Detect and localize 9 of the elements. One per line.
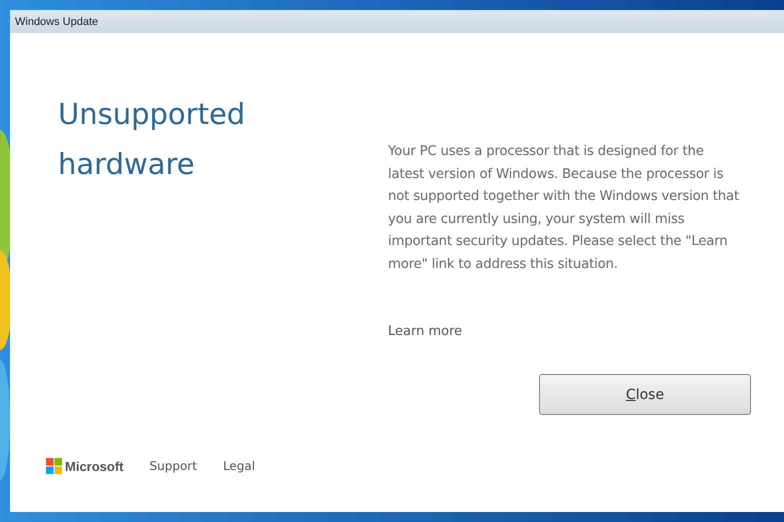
footer-link[interactable]: Support — [150, 459, 197, 473]
brand-name: Microsoft — [65, 458, 124, 474]
close-button[interactable]: Close — [539, 374, 751, 415]
window-title: Windows Update — [15, 16, 98, 28]
message-text: Your PC uses a processor that is designed for the latest version of Windows. Because the processor is not supported together with the Windows version that you are currently using, your system will miss important security updates. Please select the "Learn more" link to address this situation. — [388, 143, 740, 274]
microsoft-logo-icon — [46, 458, 62, 474]
learn-more-link[interactable]: Learn more — [388, 324, 743, 339]
footer-link[interactable]: Legal — [222, 459, 256, 473]
heading: Unsupported hardware — [58, 96, 246, 183]
